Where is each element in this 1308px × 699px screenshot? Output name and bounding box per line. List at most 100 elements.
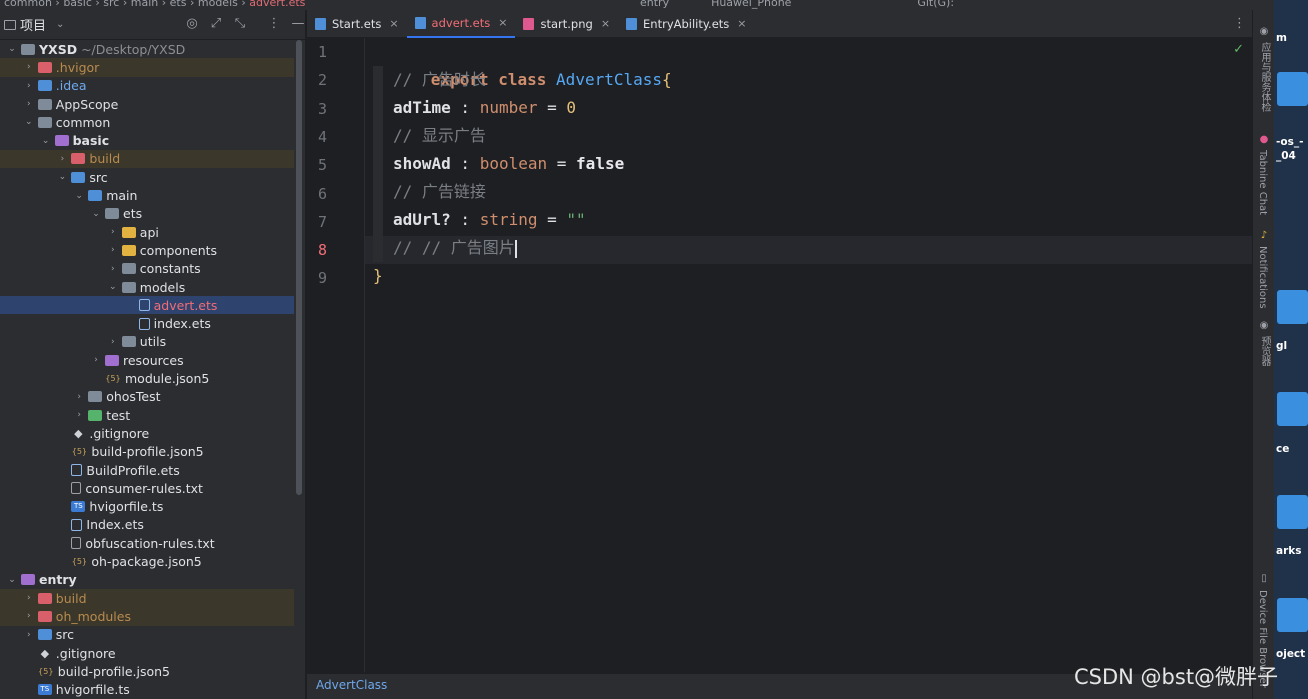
chevron-right-icon[interactable]: ›: [73, 392, 85, 402]
chevron-down-icon[interactable]: ⌄: [90, 209, 102, 219]
chevron-down-icon[interactable]: ⌄: [23, 117, 35, 127]
code-line-6[interactable]: // 广告链接: [393, 178, 486, 206]
tree-item[interactable]: ⌄ models: [0, 278, 294, 296]
tree-item[interactable]: {5} build-profile.json5: [0, 662, 294, 680]
crumb-basic[interactable]: basic: [63, 0, 92, 9]
chevron-down-icon[interactable]: ⌄: [6, 575, 18, 585]
tab-options-icon[interactable]: ⋮: [1233, 16, 1246, 31]
tree-item[interactable]: › constants: [0, 260, 294, 278]
collapse-all-icon[interactable]: ⤡: [233, 16, 247, 31]
crumb-models[interactable]: models: [198, 0, 238, 9]
tree-item[interactable]: Index.ets: [0, 516, 294, 534]
vcs-menu[interactable]: Git(G):: [917, 0, 954, 9]
chevron-right-icon[interactable]: ›: [107, 227, 119, 237]
project-panel-title[interactable]: 项目: [20, 15, 46, 34]
tree-item[interactable]: ⌄ src: [0, 168, 294, 186]
chevron-right-icon[interactable]: ›: [23, 630, 35, 640]
desktop-folder-icon[interactable]: [1277, 392, 1308, 426]
hide-panel-icon[interactable]: —: [291, 16, 305, 31]
tab-advert-ets[interactable]: advert.ets ×: [406, 10, 516, 38]
chevron-down-icon[interactable]: ⌄: [107, 282, 119, 292]
tree-item[interactable]: consumer-rules.txt: [0, 479, 294, 497]
tree-item[interactable]: ⌄ main: [0, 186, 294, 204]
locate-icon[interactable]: ◎: [185, 16, 199, 31]
desktop-folder-icon[interactable]: [1277, 72, 1308, 106]
tree-item[interactable]: {5} oh-package.json5: [0, 552, 294, 570]
code-line-1[interactable]: export class AdvertClass{: [373, 38, 672, 89]
close-icon[interactable]: ×: [601, 17, 610, 30]
tree-item[interactable]: BuildProfile.ets: [0, 461, 294, 479]
chevron-down-icon[interactable]: ⌄: [40, 136, 52, 146]
tree-item[interactable]: › oh_modules: [0, 607, 294, 626]
tabnine-icon[interactable]: ●: [1258, 134, 1270, 146]
tree-item[interactable]: › resources: [0, 351, 294, 369]
tree-item[interactable]: ⌄ basic: [0, 132, 294, 150]
crumb-ets[interactable]: ets: [170, 0, 187, 9]
close-icon[interactable]: ×: [498, 16, 507, 29]
tree-item[interactable]: {5} build-profile.json5: [0, 443, 294, 461]
tree-item[interactable]: › AppScope: [0, 95, 294, 113]
tree-item[interactable]: advert.ets: [0, 296, 294, 315]
crumb-common[interactable]: common: [4, 0, 52, 9]
tree-item[interactable]: ⌄ common: [0, 113, 294, 131]
crumb-active-file[interactable]: advert.ets: [249, 0, 305, 9]
tree-item[interactable]: ⌄ YXSD ~/Desktop/YXSD: [0, 40, 294, 58]
tree-item[interactable]: ◆ .gitignore: [0, 644, 294, 662]
chevron-right-icon[interactable]: ›: [23, 62, 35, 72]
eye-icon[interactable]: ◉: [1258, 320, 1270, 332]
device-select[interactable]: Huawei_Phone: [711, 0, 791, 9]
chevron-down-icon[interactable]: ⌄: [56, 19, 64, 30]
app-check-icon[interactable]: ◉: [1258, 26, 1270, 38]
tab-start-ets[interactable]: Start.ets ×: [307, 10, 407, 38]
tree-item[interactable]: {5} module.json5: [0, 369, 294, 387]
tree-item[interactable]: ⌄ ets: [0, 205, 294, 223]
chevron-down-icon[interactable]: ⌄: [56, 172, 68, 182]
chevron-right-icon[interactable]: ›: [107, 337, 119, 347]
tree-item[interactable]: › src: [0, 626, 294, 644]
crumb-main[interactable]: main: [131, 0, 158, 9]
tree-item[interactable]: › test: [0, 406, 294, 424]
code-line-5[interactable]: showAd : boolean = false: [393, 150, 624, 178]
chevron-right-icon[interactable]: ›: [56, 154, 68, 164]
tool-app-check[interactable]: 应用与服务体检: [1257, 42, 1272, 112]
close-icon[interactable]: ×: [737, 17, 746, 30]
chevron-right-icon[interactable]: ›: [107, 245, 119, 255]
close-icon[interactable]: ×: [389, 17, 398, 30]
chevron-right-icon[interactable]: ›: [90, 355, 102, 365]
desktop-folder-icon[interactable]: [1277, 598, 1308, 632]
tree-item[interactable]: › api: [0, 223, 294, 241]
desktop-folder-icon[interactable]: [1277, 290, 1308, 324]
tool-notifications[interactable]: Notifications: [1257, 246, 1268, 309]
tree-item[interactable]: › utils: [0, 333, 294, 351]
crumb-src[interactable]: src: [103, 0, 119, 9]
chevron-right-icon[interactable]: ›: [23, 593, 35, 603]
code-line-3[interactable]: adTime : number = 0: [393, 94, 576, 122]
structure-breadcrumb[interactable]: AdvertClass: [316, 678, 387, 692]
code-line-9[interactable]: }: [373, 262, 383, 290]
desktop-folder-icon[interactable]: [1277, 495, 1308, 529]
options-icon[interactable]: ⋮: [267, 16, 281, 31]
tree-item[interactable]: › .idea: [0, 77, 294, 95]
tree-item[interactable]: › build: [0, 149, 294, 169]
tree-item[interactable]: › ohosTest: [0, 388, 294, 406]
code-line-8[interactable]: // // 广告图片: [393, 234, 517, 262]
tree-item[interactable]: › components: [0, 241, 294, 259]
tree-item[interactable]: TS hvigorfile.ts: [0, 498, 294, 516]
code-line-4[interactable]: // 显示广告: [393, 122, 486, 150]
tab-start-png[interactable]: start.png ×: [515, 10, 618, 38]
device-icon[interactable]: ▯: [1258, 573, 1270, 585]
chevron-right-icon[interactable]: ›: [23, 81, 35, 91]
project-scrollbar[interactable]: [296, 40, 302, 495]
chevron-right-icon[interactable]: ›: [73, 410, 85, 420]
tree-item[interactable]: ⌄ entry: [0, 571, 294, 589]
tree-item[interactable]: obfuscation-rules.txt: [0, 534, 294, 552]
tree-item[interactable]: › .hvigor: [0, 58, 294, 77]
chevron-right-icon[interactable]: ›: [107, 264, 119, 274]
navigation-breadcrumb[interactable]: common › basic › src › main › ets › mode…: [4, 0, 305, 9]
chevron-right-icon[interactable]: ›: [23, 99, 35, 109]
tool-previewer[interactable]: 预览器: [1257, 336, 1272, 366]
chevron-down-icon[interactable]: ⌄: [73, 191, 85, 201]
chevron-down-icon[interactable]: ⌄: [6, 44, 18, 54]
tree-item[interactable]: › build: [0, 589, 294, 608]
bell-icon[interactable]: ♪: [1258, 230, 1270, 242]
